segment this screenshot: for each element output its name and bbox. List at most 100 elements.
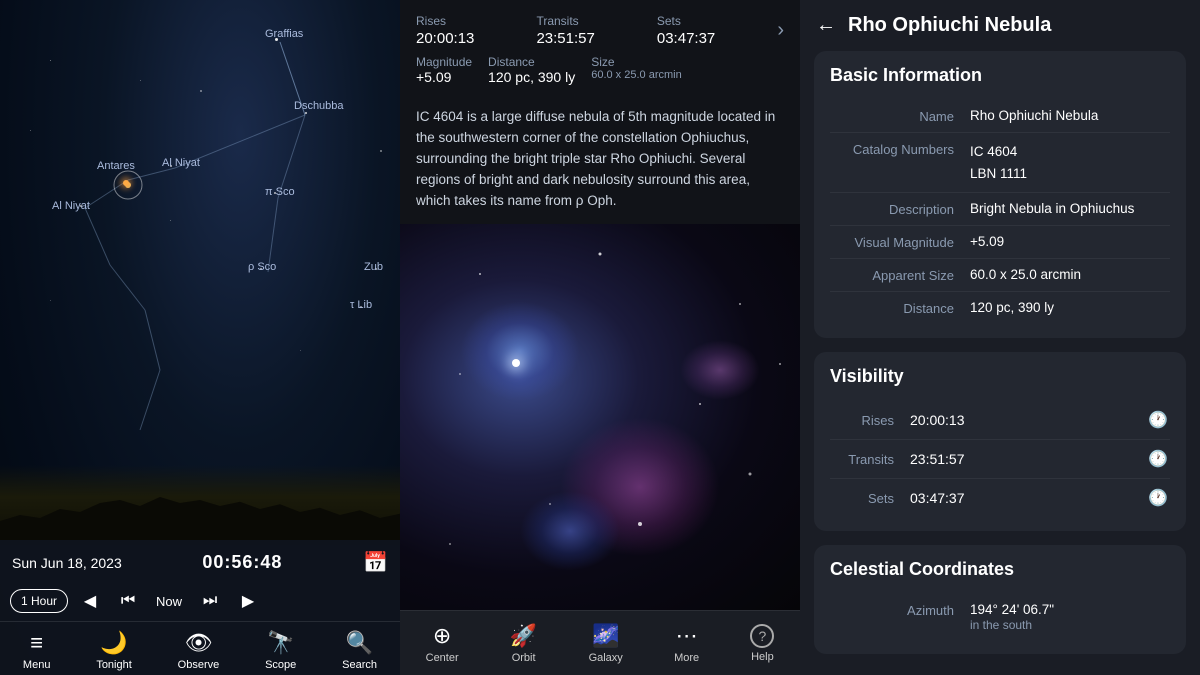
visual-mag-val: +5.09 [970, 234, 1170, 249]
name-row: Name Rho Ophiuchi Nebula [830, 100, 1170, 133]
sets-value: 03:47:37 [657, 30, 767, 47]
vis-rises-val: 20:00:13 [910, 412, 1146, 428]
apparent-size-val: 60.0 x 25.0 arcmin [970, 267, 1170, 282]
azimuth-sub: in the south [970, 618, 1032, 632]
center-icon: ⊕ [433, 623, 451, 649]
azimuth-val: 194° 24' 06.7" in the south [970, 602, 1170, 632]
sets-label: Sets [657, 14, 767, 28]
mag-dist-size-row: Magnitude +5.09 Distance 120 pc, 390 ly … [416, 55, 784, 85]
tab-center[interactable]: ⊕ Center [426, 623, 459, 664]
help-icon: ? [750, 624, 774, 648]
catalog-row: Catalog Numbers IC 4604LBN 1111 [830, 133, 1170, 193]
nebula-image [400, 224, 800, 610]
bg-star-3 [200, 90, 202, 92]
label-alniyat2: Al Niyat [52, 200, 90, 212]
back-button[interactable]: ← [816, 14, 836, 37]
vis-sets-row: Sets 03:47:37 🕐 [830, 479, 1170, 517]
now-button[interactable]: Now [150, 594, 188, 609]
tab-orbit-label: Orbit [512, 652, 536, 664]
object-header: Rises 20:00:13 Transits 23:51:57 Sets 03… [400, 0, 800, 95]
azimuth-key: Azimuth [830, 602, 970, 618]
vis-rises-clock[interactable]: 🕐 [1146, 410, 1170, 430]
play-button[interactable]: ▶ [232, 585, 264, 617]
tab-orbit[interactable]: 🚀 Orbit [510, 623, 537, 664]
catalog-key: Catalog Numbers [830, 141, 970, 157]
tab-help[interactable]: ? Help [750, 624, 774, 663]
galaxy-icon: 🌌 [592, 623, 619, 649]
transits-value: 23:51:57 [536, 30, 646, 47]
tonight-icon: 🌙 [100, 630, 127, 656]
date-display: Sun Jun 18, 2023 [12, 555, 122, 571]
sky-view-panel: Graffias Dschubba Al Niyat Antares π Sco… [0, 0, 400, 675]
info-panel: ← Rho Ophiuchi Nebula Basic Information … [800, 0, 1200, 675]
bg-star-1 [50, 60, 51, 61]
time-display: 00:56:48 [202, 552, 282, 573]
nav-observe[interactable]: 👁 Observe [178, 630, 220, 671]
name-val: Rho Ophiuchi Nebula [970, 108, 1170, 123]
menu-icon: ≡ [30, 630, 43, 656]
rises-col: Rises 20:00:13 [416, 14, 526, 47]
magnitude-item: Magnitude +5.09 [416, 55, 472, 85]
tab-galaxy-label: Galaxy [589, 652, 623, 664]
azimuth-row: Azimuth 194° 24' 06.7" in the south [830, 594, 1170, 640]
more-arrow[interactable]: › [777, 19, 784, 42]
tab-galaxy[interactable]: 🌌 Galaxy [589, 623, 623, 664]
description-box: IC 4604 is a large diffuse nebula of 5th… [400, 95, 800, 224]
size-value: 60.0 x 25.0 arcmin [591, 69, 682, 81]
description-key: Description [830, 201, 970, 217]
size-label: Size [591, 55, 682, 69]
nav-observe-label: Observe [178, 659, 220, 671]
distance-value: 120 pc, 390 ly [488, 69, 575, 85]
distance-item: Distance 120 pc, 390 ly [488, 55, 575, 85]
vis-rises-key: Rises [830, 413, 910, 428]
detail-panel: Rises 20:00:13 Transits 23:51:57 Sets 03… [400, 0, 800, 675]
star-dschubba [305, 112, 307, 114]
basic-info-card: Basic Information Name Rho Ophiuchi Nebu… [814, 51, 1186, 338]
label-graffias: Graffias [265, 28, 303, 40]
visual-mag-key: Visual Magnitude [830, 234, 970, 250]
label-tau-lib: τ Lib [350, 299, 372, 311]
tab-center-label: Center [426, 652, 459, 664]
scope-icon: 🔭 [267, 630, 294, 656]
playback-bar: 1 Hour ◀ ⏮ Now ⏭ ▶ [0, 581, 400, 621]
vis-sets-key: Sets [830, 491, 910, 506]
nav-menu-label: Menu [23, 659, 51, 671]
distance-label: Distance [488, 55, 575, 69]
nav-scope-label: Scope [265, 659, 296, 671]
tab-more[interactable]: ⋯ More [674, 623, 699, 664]
nav-tonight[interactable]: 🌙 Tonight [96, 630, 131, 671]
nav-tonight-label: Tonight [96, 659, 131, 671]
vis-transits-val: 23:51:57 [910, 451, 1146, 467]
nav-menu[interactable]: ≡ Menu [23, 630, 51, 671]
nav-scope[interactable]: 🔭 Scope [265, 630, 296, 671]
navigation-bar: ≡ Menu 🌙 Tonight 👁 Observe 🔭 Scope 🔍 Sea… [0, 621, 400, 675]
bg-star-4 [30, 130, 31, 131]
label-pi-sco: π Sco [265, 186, 295, 198]
distance-key: Distance [830, 300, 970, 316]
rewind-button[interactable]: ◀ [74, 585, 106, 617]
bg-star-7 [380, 150, 382, 152]
description-row: Description Bright Nebula in Ophiuchus [830, 193, 1170, 226]
magnitude-label: Magnitude [416, 55, 472, 69]
skip-back-button[interactable]: ⏮ [112, 585, 144, 617]
time-bar: Sun Jun 18, 2023 00:56:48 📅 [0, 540, 400, 581]
magnitude-value: +5.09 [416, 69, 472, 85]
bottom-controls: Sun Jun 18, 2023 00:56:48 📅 1 Hour ◀ ⏮ N… [0, 540, 400, 675]
nav-search-label: Search [342, 659, 377, 671]
transits-label: Transits [536, 14, 646, 28]
label-zub: Zub [364, 261, 383, 273]
apparent-size-row: Apparent Size 60.0 x 25.0 arcmin [830, 259, 1170, 292]
hour-button[interactable]: 1 Hour [10, 589, 68, 613]
vis-sets-clock[interactable]: 🕐 [1146, 488, 1170, 508]
calendar-icon[interactable]: 📅 [363, 550, 388, 575]
bg-star-5 [170, 220, 171, 221]
vis-transits-clock[interactable]: 🕐 [1146, 449, 1170, 469]
label-dschubba: Dschubba [294, 100, 344, 112]
skip-forward-button[interactable]: ⏭ [194, 585, 226, 617]
nav-search[interactable]: 🔍 Search [342, 630, 377, 671]
distance-val: 120 pc, 390 ly [970, 300, 1170, 315]
coordinates-title: Celestial Coordinates [830, 559, 1170, 580]
rises-value: 20:00:13 [416, 30, 526, 47]
page-title: Rho Ophiuchi Nebula [848, 14, 1051, 37]
description-val: Bright Nebula in Ophiuchus [970, 201, 1170, 216]
